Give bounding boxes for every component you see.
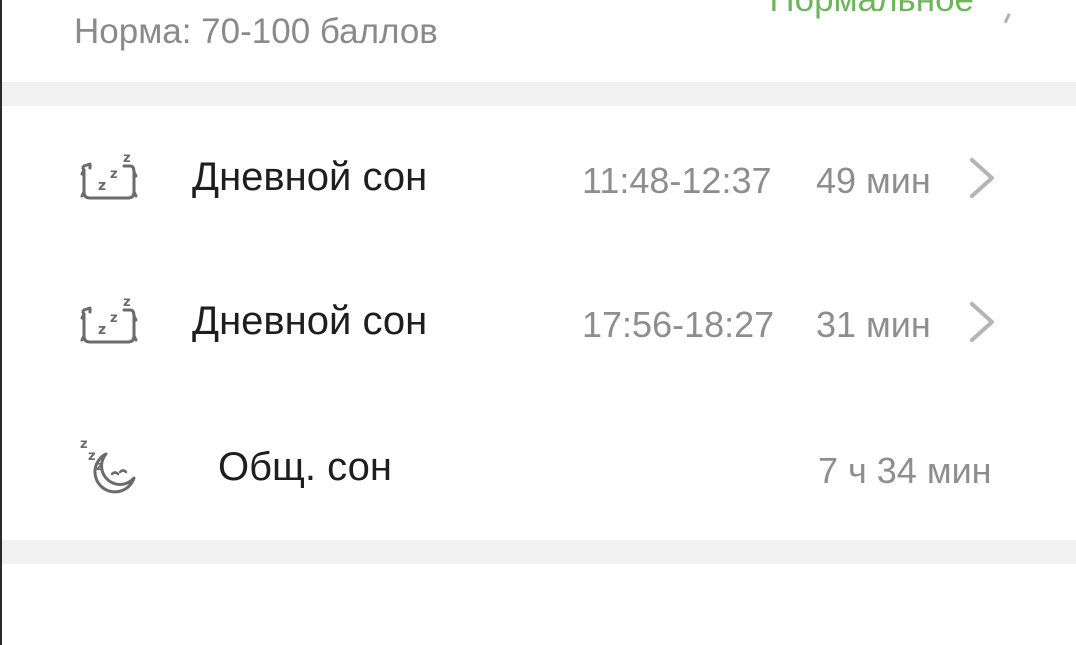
- nap-pillow-icon: z z z: [80, 151, 138, 200]
- svg-text:z: z: [98, 322, 106, 338]
- total-sleep-row: z z z Общ. сон 7 ч 34 мин: [2, 398, 1076, 538]
- nap-title: Дневной сон: [192, 299, 428, 343]
- nap-time-range: 17:56-18:27: [582, 304, 775, 345]
- section-divider: [2, 82, 1076, 106]
- total-sleep-title: Общ. сон: [218, 445, 392, 489]
- sleep-score-section: Норма: 70-100 баллов Нормальное: [0, 0, 1076, 82]
- svg-text:z: z: [98, 178, 106, 194]
- nap-time-range: 11:48-12:37: [582, 160, 772, 201]
- total-sleep-duration: 7 ч 34 мин: [818, 450, 992, 491]
- moon-sleep-icon: z z z: [80, 437, 136, 494]
- sleep-quality-status: Нормальное: [769, 0, 974, 20]
- sleep-details-screen: Норма: 70-100 баллов Нормальное z z z Дн…: [0, 0, 1076, 645]
- svg-text:z: z: [80, 437, 88, 452]
- nap-row-2[interactable]: z z z Дневной сон 17:56-18:27 31 мин: [2, 252, 1076, 392]
- nap-title: Дневной сон: [192, 155, 428, 199]
- chevron-right-icon[interactable]: [962, 156, 1002, 200]
- svg-text:z: z: [88, 449, 96, 464]
- nap-duration: 49 мин: [816, 160, 931, 201]
- svg-text:z: z: [110, 311, 118, 326]
- chevron-right-icon[interactable]: [962, 300, 1002, 344]
- nap-row-1[interactable]: z z z Дневной сон 11:48-12:37 49 мин: [2, 108, 1076, 248]
- status-tick-mark: [998, 10, 1011, 24]
- svg-text:z: z: [110, 167, 118, 182]
- svg-text:z: z: [123, 295, 131, 310]
- section-divider: [2, 540, 1076, 564]
- nap-duration: 31 мин: [816, 304, 931, 345]
- svg-text:z: z: [96, 459, 103, 473]
- svg-text:z: z: [123, 151, 131, 166]
- nap-pillow-icon: z z z: [80, 295, 138, 344]
- norm-range-label: Норма: 70-100 баллов: [74, 12, 438, 51]
